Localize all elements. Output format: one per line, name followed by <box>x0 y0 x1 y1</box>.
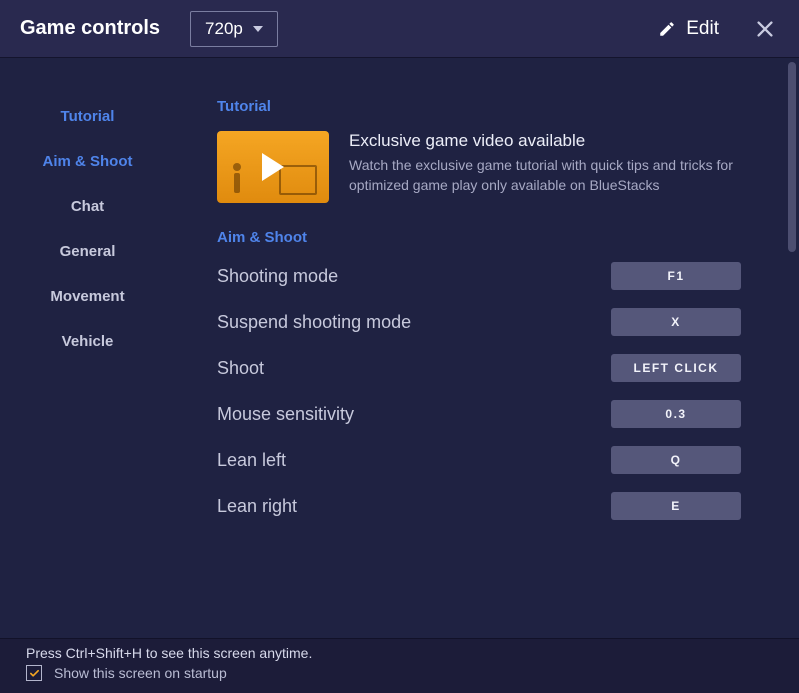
chevron-down-icon <box>253 26 263 32</box>
binding-label: Shooting mode <box>217 266 338 287</box>
play-icon <box>262 153 284 181</box>
section-title-aim-shoot: Aim & Shoot <box>217 229 781 246</box>
sidebar-item-vehicle[interactable]: Vehicle <box>62 333 114 350</box>
footer-hint: Press Ctrl+Shift+H to see this screen an… <box>26 645 787 661</box>
sensitivity-value[interactable]: 0.3 <box>611 400 741 428</box>
sidebar: Tutorial Aim & Shoot Chat General Moveme… <box>0 58 175 638</box>
scrollbar-thumb[interactable] <box>788 62 796 252</box>
edit-button[interactable]: Edit <box>658 18 719 40</box>
window-title: Game controls <box>20 17 160 40</box>
close-button[interactable] <box>747 11 783 47</box>
sidebar-item-chat[interactable]: Chat <box>71 198 104 215</box>
binding-row-shooting-mode: Shooting mode F1 <box>217 262 741 290</box>
key-binding[interactable]: X <box>611 308 741 336</box>
presentation-board-icon <box>279 165 317 195</box>
show-on-startup-checkbox[interactable] <box>26 665 42 681</box>
check-icon <box>29 668 40 679</box>
tutorial-description: Watch the exclusive game tutorial with q… <box>349 155 741 196</box>
resolution-value: 720p <box>205 19 243 39</box>
key-binding[interactable]: F1 <box>611 262 741 290</box>
binding-row-suspend-shooting: Suspend shooting mode X <box>217 308 741 336</box>
resolution-select[interactable]: 720p <box>190 11 278 47</box>
key-binding[interactable]: E <box>611 492 741 520</box>
show-on-startup-label[interactable]: Show this screen on startup <box>54 665 227 681</box>
binding-row-mouse-sensitivity: Mouse sensitivity 0.3 <box>217 400 741 428</box>
tutorial-video-thumbnail[interactable] <box>217 131 329 203</box>
pencil-icon <box>658 20 676 38</box>
footer: Press Ctrl+Shift+H to see this screen an… <box>0 638 799 693</box>
binding-label: Shoot <box>217 358 264 379</box>
tutorial-heading: Exclusive game video available <box>349 131 741 151</box>
sidebar-item-tutorial[interactable]: Tutorial <box>61 108 115 125</box>
content-panel: Tutorial Exclusive game video available … <box>175 58 799 638</box>
sidebar-item-movement[interactable]: Movement <box>50 288 124 305</box>
section-title-tutorial: Tutorial <box>217 98 781 115</box>
sidebar-item-aim-shoot[interactable]: Aim & Shoot <box>43 153 133 170</box>
binding-label: Lean right <box>217 496 297 517</box>
sidebar-item-general[interactable]: General <box>60 243 116 260</box>
binding-row-lean-right: Lean right E <box>217 492 741 520</box>
binding-row-shoot: Shoot LEFT CLICK <box>217 354 741 382</box>
key-binding[interactable]: Q <box>611 446 741 474</box>
binding-label: Suspend shooting mode <box>217 312 411 333</box>
binding-label: Lean left <box>217 450 286 471</box>
binding-label: Mouse sensitivity <box>217 404 354 425</box>
edit-label: Edit <box>686 18 719 40</box>
key-binding[interactable]: LEFT CLICK <box>611 354 741 382</box>
close-icon <box>754 18 776 40</box>
binding-row-lean-left: Lean left Q <box>217 446 741 474</box>
presenter-icon <box>233 173 241 193</box>
